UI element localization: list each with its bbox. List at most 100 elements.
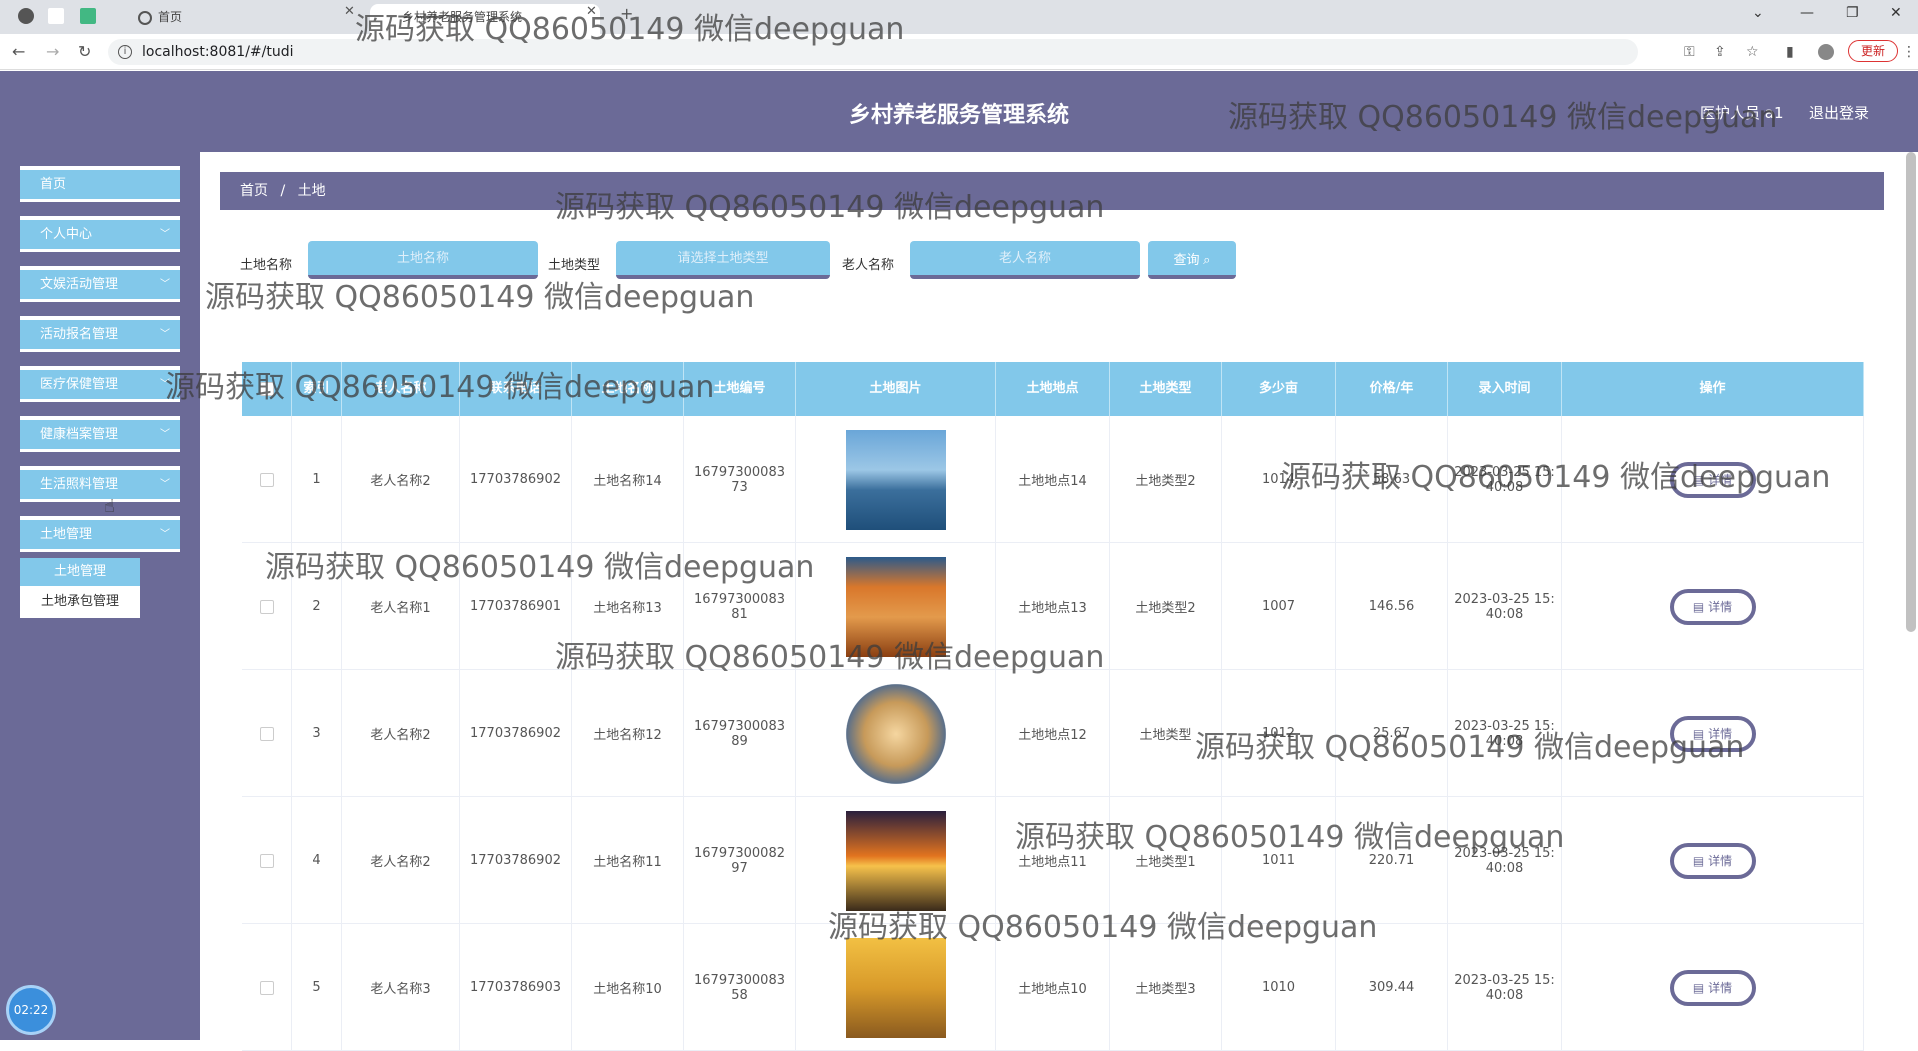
submenu-item-land-contract[interactable]: 土地承包管理 (20, 588, 140, 616)
sidebar-item-personal-center[interactable]: 个人中心 ﹀ (20, 216, 180, 252)
back-icon[interactable]: ← (12, 42, 25, 61)
sidebar-item-home[interactable]: 首页 (20, 166, 180, 202)
sidebar-item-medical-care[interactable]: 医疗保健管理 ﹀ (20, 366, 180, 402)
elder-name-input[interactable] (910, 241, 1140, 279)
app-header: 乡村养老服务管理系统 医护人员 a1 退出登录 (0, 71, 1918, 152)
chevron-up-icon: ﹀ (160, 529, 170, 540)
row-checkbox[interactable] (259, 853, 274, 868)
sidebar-item-entertainment[interactable]: 文娱活动管理 ﹀ (20, 266, 180, 302)
detail-button[interactable]: ▤ 详情 (1669, 842, 1756, 879)
column-header-price[interactable]: 价格/年 (1336, 362, 1448, 416)
column-header-mu[interactable]: 多少亩 (1222, 362, 1336, 416)
sidebar-item-label: 生活照料管理 (40, 477, 119, 492)
column-header-land-name[interactable]: 土地名称 (572, 362, 684, 416)
sidebar-item-activity-signup[interactable]: 活动报名管理 ﹀ (20, 316, 180, 352)
row-checkbox[interactable] (259, 472, 274, 487)
more-menu-icon[interactable]: ⋮ (1902, 44, 1916, 60)
blank-tab-icon[interactable] (48, 8, 64, 24)
breadcrumb-home[interactable]: 首页 (240, 183, 268, 199)
column-header-land-code[interactable]: 土地编号 (684, 362, 796, 416)
cell-entry-time: 2023-03-25 15:40:08 (1448, 543, 1562, 670)
new-tab-icon[interactable]: + (620, 4, 633, 23)
cell-index: 3 (292, 670, 342, 797)
close-window-icon[interactable]: ✕ (1890, 5, 1902, 21)
detail-button[interactable]: ▤ 详情 (1669, 588, 1756, 625)
cell-actions: ▤ 详情 (1562, 924, 1864, 1051)
land-submenu: 土地管理 土地承包管理 (20, 558, 140, 618)
land-name-input[interactable] (308, 241, 538, 279)
cell-land-type: 土地类型2 (1110, 416, 1222, 543)
column-header-entry-time[interactable]: 录入时间 (1448, 362, 1562, 416)
tab-search-icon[interactable]: ⌄ (1752, 5, 1764, 21)
select-all-checkbox[interactable] (259, 381, 274, 396)
land-image-thumbnail[interactable] (845, 810, 946, 911)
column-header-phone[interactable]: 联系电话 (460, 362, 572, 416)
sidebar-item-label: 健康档案管理 (40, 427, 119, 442)
cell-land-image (796, 543, 996, 670)
logout-link[interactable]: 退出登录 (1809, 102, 1869, 123)
cell-phone: 17703786901 (460, 543, 572, 670)
cell-land-type: 土地类型2 (1110, 543, 1222, 670)
sidebar-item-daily-care[interactable]: 生活照料管理 ﹀ (20, 466, 180, 502)
reload-icon[interactable]: ↻ (78, 42, 91, 61)
share-icon[interactable]: ⇪ (1714, 44, 1726, 60)
query-button[interactable]: 查询 ⌕ (1148, 241, 1236, 279)
cell-land-name: 土地名称10 (572, 924, 684, 1051)
table-row: 2 老人名称1 17703786901 土地名称13 1679730008381 土地地点… (242, 543, 1864, 670)
row-checkbox[interactable] (259, 599, 274, 614)
close-tab-icon[interactable]: ✕ (344, 4, 355, 19)
land-type-select[interactable] (616, 241, 830, 279)
bookmark-star-icon[interactable]: ☆ (1746, 44, 1759, 60)
cell-mu: 1014 (1222, 416, 1336, 543)
row-checkbox[interactable] (259, 980, 274, 995)
column-header-elder-name[interactable]: 老人名称 (342, 362, 460, 416)
browser-logo-icon (18, 8, 34, 24)
land-image-thumbnail[interactable] (845, 429, 946, 530)
sidebar-item-land[interactable]: 土地管理 ﹀ (20, 516, 180, 552)
cell-entry-time: 2023-03-25 15:40:08 (1448, 924, 1562, 1051)
cell-select (242, 543, 292, 670)
page-scrollbar[interactable] (1906, 152, 1916, 632)
breadcrumb-separator: / (280, 183, 286, 199)
land-type-label: 土地类型 (548, 258, 601, 273)
forward-icon[interactable]: → (46, 42, 59, 61)
main-content: 首页 / 土地 土地名称 土地类型 老人名称 查询 ⌕ 索引老人名称联系电话土地… (200, 152, 1918, 1051)
detail-label: 详情 (1708, 980, 1733, 995)
sidebar-item-health-records[interactable]: 健康档案管理 ﹀ (20, 416, 180, 452)
cell-price: 58.63 (1336, 416, 1448, 543)
app-title: 乡村养老服务管理系统 (848, 103, 1069, 128)
key-icon[interactable]: ⚿ (1684, 44, 1695, 60)
close-tab-icon[interactable]: ✕ (586, 4, 597, 19)
chevron-down-icon: ﹀ (160, 279, 170, 290)
detail-button[interactable]: ▤ 详情 (1669, 969, 1756, 1006)
document-icon: ▤ (1692, 599, 1709, 614)
profile-avatar-icon[interactable] (1818, 44, 1834, 60)
sidebar-item-label: 土地管理 (40, 527, 93, 542)
column-header-land-type[interactable]: 土地类型 (1110, 362, 1222, 416)
cell-elder-name: 老人名称2 (342, 670, 460, 797)
detail-button[interactable]: ▤ 详情 (1669, 461, 1756, 498)
sidebar-item-label: 个人中心 (40, 227, 93, 242)
browser-tab-app[interactable]: 乡村养老服务管理系统 (370, 4, 600, 34)
browser-update-button[interactable]: 更新 (1848, 40, 1898, 62)
browser-tab-home[interactable]: 首页 (110, 4, 360, 34)
minimize-icon[interactable]: — (1800, 5, 1814, 21)
column-header-land-image[interactable]: 土地图片 (796, 362, 996, 416)
detail-button[interactable]: ▤ 详情 (1669, 715, 1756, 752)
column-header-land-location[interactable]: 土地地点 (996, 362, 1110, 416)
land-image-thumbnail[interactable] (845, 556, 946, 657)
table-row: 1 老人名称2 17703786902 土地名称14 1679730008373 土地地点… (242, 416, 1864, 543)
url-input[interactable]: i localhost:8081/#/tudi (108, 39, 1638, 65)
row-checkbox[interactable] (259, 726, 274, 741)
cell-land-code: 1679730008373 (684, 416, 796, 543)
restore-icon[interactable]: ❐ (1846, 5, 1859, 21)
land-image-thumbnail[interactable] (845, 937, 946, 1038)
tab-label: 首页 (158, 10, 183, 24)
timer-badge[interactable]: 02:22 (6, 985, 56, 1035)
column-header-index[interactable]: 索引 (292, 362, 342, 416)
submenu-item-land-management[interactable]: 土地管理 (20, 558, 140, 586)
land-image-thumbnail[interactable] (845, 683, 946, 784)
sidebar-panel-icon[interactable]: ▮ (1786, 44, 1794, 60)
cell-land-image (796, 924, 996, 1051)
cell-select (242, 797, 292, 924)
